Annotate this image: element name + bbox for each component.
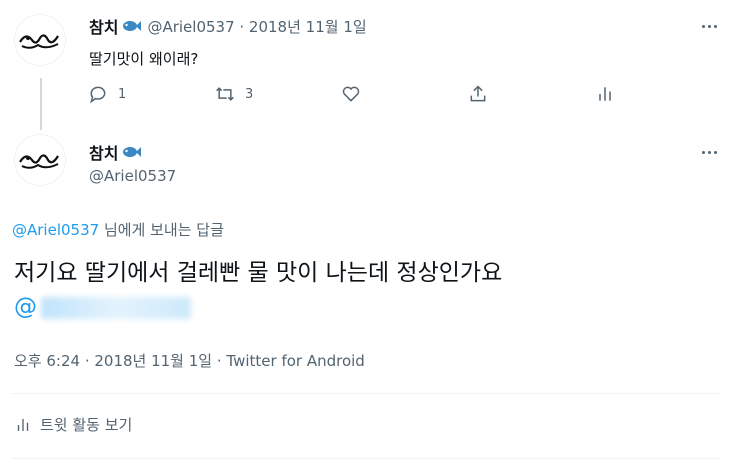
tweet-text: 딸기맛이 왜이래?	[89, 50, 199, 68]
more-icon[interactable]	[697, 144, 721, 160]
reply-icon	[89, 86, 106, 104]
retweet-button[interactable]: 3	[215, 84, 253, 104]
thread-line	[40, 78, 42, 130]
avatar[interactable]	[14, 134, 66, 186]
display-name[interactable]: 참치	[89, 14, 118, 38]
avatar-logo-icon	[19, 154, 59, 169]
activity-label: 트윗 활동 보기	[40, 416, 133, 434]
reply-to-handle[interactable]: @Ariel0537	[12, 221, 99, 239]
tweet-text: 저기요 딸기에서 걸레빤 물 맛이 나는데 정상인가요	[14, 260, 503, 286]
like-icon	[342, 86, 360, 102]
view-activity-button[interactable]: 트윗 활동 보기	[14, 414, 132, 435]
divider	[12, 458, 720, 459]
reply-button[interactable]: 1	[88, 84, 126, 104]
share-button[interactable]	[468, 84, 488, 104]
mention-line[interactable]: @	[14, 290, 714, 324]
handle[interactable]: @Ariel0537	[89, 167, 176, 185]
tweet-actions: 1 3	[88, 84, 628, 108]
display-name[interactable]: 참치	[89, 140, 118, 164]
tweet1-header: 참치 @Ariel0537 · 2018년 11월 1일	[89, 14, 367, 38]
analytics-button[interactable]	[595, 84, 615, 104]
analytics-icon	[599, 87, 611, 101]
avatar[interactable]	[14, 14, 66, 66]
tweet-timestamp[interactable]: 오후 6:24 · 2018년 11월 1일 · Twitter for And…	[14, 350, 365, 371]
fish-emoji-icon	[123, 147, 142, 157]
avatar-logo-icon	[19, 34, 59, 49]
reply-count: 1	[118, 86, 127, 102]
like-button[interactable]	[341, 84, 361, 104]
mention-prefix: @	[14, 294, 37, 320]
blurred-mention	[41, 296, 191, 319]
share-icon	[470, 85, 486, 102]
tweet2-header: 참치	[89, 140, 142, 164]
tweet-main-text: 저기요 딸기에서 걸레빤 물 맛이 나는데 정상인가요 @	[14, 256, 714, 324]
fish-emoji-icon	[123, 21, 142, 31]
retweet-icon	[216, 87, 234, 101]
reply-to-suffix: 님에게 보내는 답글	[99, 221, 224, 239]
divider	[12, 393, 720, 394]
handle-date[interactable]: @Ariel0537 · 2018년 11월 1일	[147, 16, 366, 37]
reply-to-line: @Ariel0537 님에게 보내는 답글	[12, 219, 224, 240]
more-icon[interactable]	[697, 18, 721, 34]
analytics-icon	[17, 418, 29, 431]
retweet-count: 3	[245, 86, 254, 102]
